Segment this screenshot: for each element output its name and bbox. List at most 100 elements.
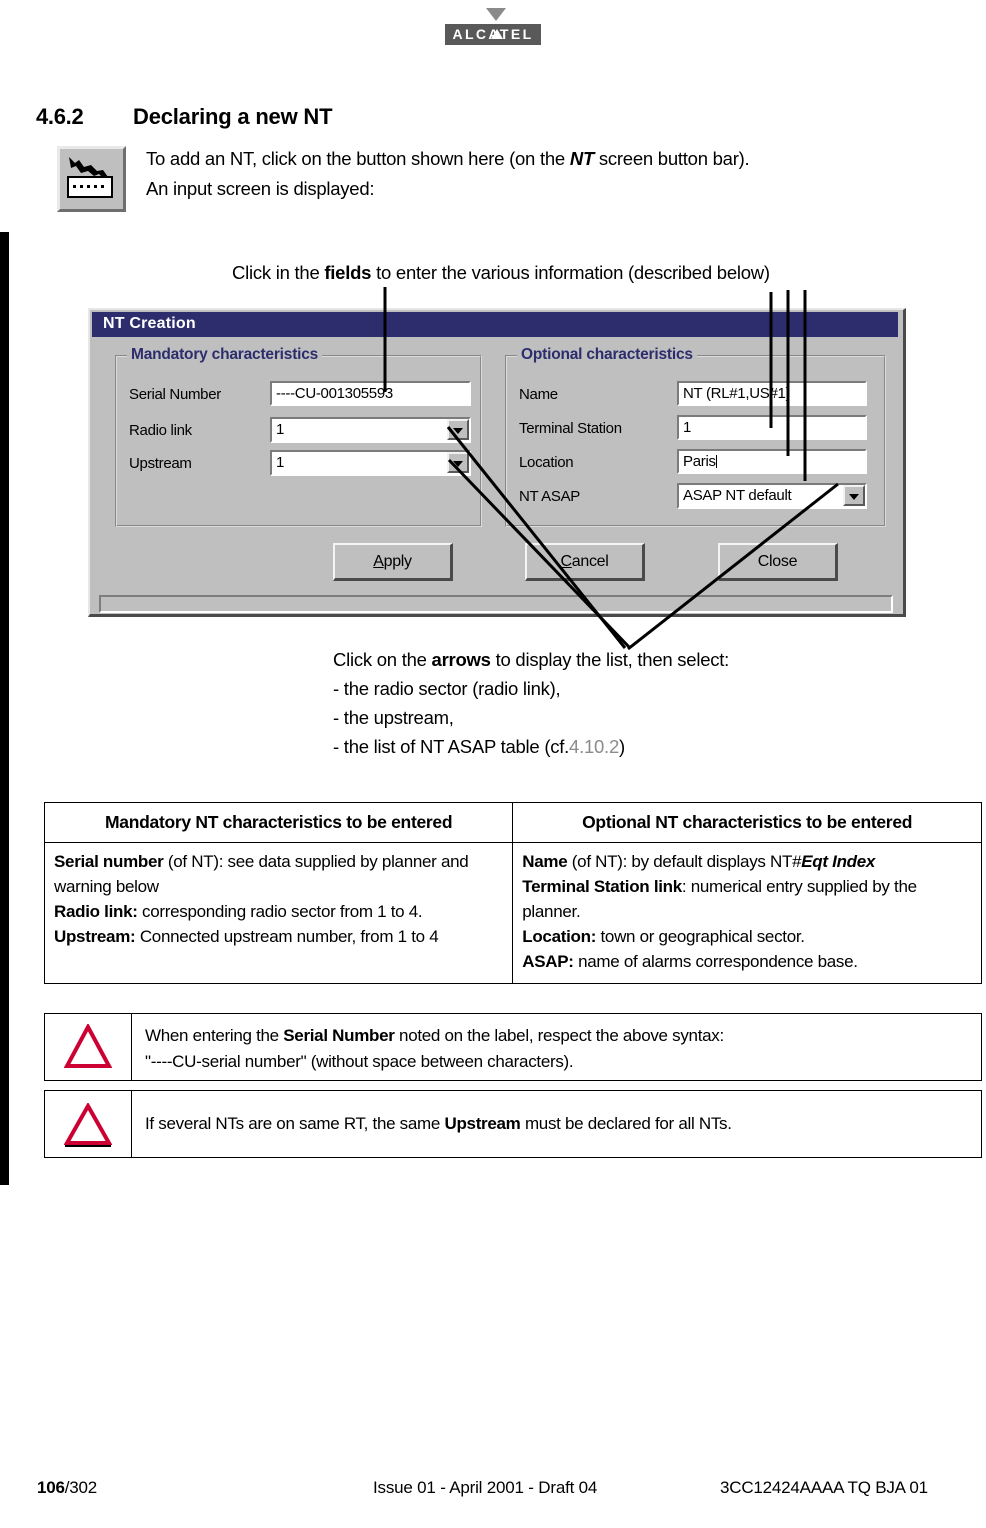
change-bar bbox=[0, 232, 9, 1185]
dialog-status-bar bbox=[99, 595, 893, 613]
mandatory-group-label: Mandatory characteristics bbox=[127, 346, 323, 364]
text-caret bbox=[715, 455, 717, 468]
nt-asap-label: NT ASAP bbox=[519, 488, 580, 505]
footer-page-total: /302 bbox=[64, 1478, 98, 1497]
warning-0-a: When entering the bbox=[145, 1026, 284, 1045]
section-number: 4.6.2 bbox=[36, 104, 84, 129]
warning-triangle-icon bbox=[64, 1024, 112, 1068]
callout-arrows-a: Click on the bbox=[333, 649, 432, 670]
optional-item-2-rest: town or geographical sector. bbox=[596, 927, 805, 946]
dialog-title: NT Creation bbox=[103, 315, 196, 332]
callout-bullet-2: - the upstream, bbox=[333, 707, 454, 728]
logo-triangle-icon bbox=[491, 29, 503, 39]
intro-text-b: screen button bar). bbox=[594, 148, 750, 169]
table-row: Serial number (of NT): see data supplied… bbox=[43, 842, 982, 984]
chevron-down-icon[interactable] bbox=[447, 419, 469, 440]
optional-item-0-bold: Name bbox=[522, 852, 568, 871]
intro-emphasis: NT bbox=[569, 148, 594, 169]
name-input[interactable]: NT (RL#1,US#1) bbox=[677, 381, 867, 406]
chevron-down-icon[interactable] bbox=[843, 485, 865, 506]
footer-page-number: 106/302 bbox=[37, 1478, 97, 1498]
warning-icon-cell bbox=[45, 1014, 132, 1080]
logo-arrow-icon bbox=[486, 8, 506, 21]
radio-link-label: Radio link bbox=[129, 422, 192, 439]
warning-box: If several NTs are on same RT, the same … bbox=[44, 1090, 982, 1158]
warning-text: When entering the Serial Number noted on… bbox=[132, 1014, 981, 1080]
mandatory-item-0-bold: Serial number bbox=[54, 852, 164, 871]
page-title: Declaring a new NT bbox=[133, 104, 333, 129]
cross-reference-link[interactable]: 4.10.2 bbox=[569, 736, 619, 757]
table-cell-mandatory: Serial number (of NT): see data supplied… bbox=[43, 842, 514, 984]
nt-asap-combo[interactable]: ASAP NT default bbox=[677, 483, 867, 509]
optional-characteristics-group: Optional characteristics Name NT (RL#1,U… bbox=[505, 346, 886, 527]
callout-bullet-3b: ) bbox=[618, 736, 625, 757]
document-page: ALCATEL 4.6.2 Declaring a new NT To add … bbox=[0, 0, 986, 1528]
warning-0-b: noted on the label, respect the above sy… bbox=[394, 1026, 724, 1045]
upstream-label: Upstream bbox=[129, 455, 192, 472]
table-header-mandatory: Mandatory NT characteristics to be enter… bbox=[43, 802, 514, 843]
callout-fields-a: Click in the bbox=[232, 262, 325, 283]
location-input[interactable]: Paris bbox=[677, 449, 867, 474]
cancel-rest: ancel bbox=[571, 553, 609, 570]
warning-1-b: must be declared for all NTs. bbox=[520, 1114, 732, 1133]
serial-number-label: Serial Number bbox=[129, 386, 221, 403]
callout-bullet-1: - the radio sector (radio link), bbox=[333, 678, 561, 699]
upstream-combo[interactable]: 1 bbox=[270, 450, 471, 476]
apply-accel: A bbox=[373, 553, 384, 570]
cancel-button[interactable]: Cancel bbox=[525, 543, 645, 581]
optional-group-label: Optional characteristics bbox=[517, 346, 697, 364]
optional-item-0-italic: Eqt Index bbox=[801, 852, 876, 871]
warning-1-a: If several NTs are on same RT, the same bbox=[145, 1114, 445, 1133]
warning-box: When entering the Serial Number noted on… bbox=[44, 1013, 982, 1081]
intro-text-a: To add an NT, click on the button shown … bbox=[146, 148, 570, 169]
location-value: Paris bbox=[683, 453, 716, 470]
callout-arrows-bold: arrows bbox=[431, 649, 491, 670]
radio-link-combo[interactable]: 1 bbox=[270, 417, 471, 443]
terminal-station-label: Terminal Station bbox=[519, 420, 622, 437]
mandatory-item-1-bold: Radio link: bbox=[54, 902, 138, 921]
mandatory-item-2-rest: Connected upstream number, from 1 to 4 bbox=[135, 927, 439, 946]
mandatory-item-2-bold: Upstream: bbox=[54, 927, 136, 946]
table-header-row: Mandatory NT characteristics to be enter… bbox=[43, 802, 982, 843]
callout-bullet-3a: - the list of NT ASAP table (cf. bbox=[333, 736, 570, 757]
footer-page-current: 106 bbox=[37, 1478, 65, 1497]
nt-add-button-icon bbox=[57, 146, 126, 212]
table-cell-optional: Name (of NT): by default displays NT#Eqt… bbox=[512, 842, 982, 984]
optional-item-3-bold: ASAP: bbox=[522, 952, 574, 971]
alcatel-logo: ALCATEL bbox=[443, 8, 543, 50]
apply-rest: pply bbox=[383, 553, 412, 570]
intro-paragraph: To add an NT, click on the button shown … bbox=[146, 144, 906, 204]
optional-item-3-rest: name of alarms correspondence base. bbox=[573, 952, 858, 971]
intro-text-line2: An input screen is displayed: bbox=[146, 178, 375, 199]
table-header-optional: Optional NT characteristics to be entere… bbox=[512, 802, 982, 843]
mandatory-item-1-rest: corresponding radio sector from 1 to 4. bbox=[137, 902, 423, 921]
terminal-station-input[interactable]: 1 bbox=[677, 415, 867, 440]
location-label: Location bbox=[519, 454, 574, 471]
warning-icon-cell bbox=[45, 1091, 132, 1157]
warning-1-bold: Upstream bbox=[444, 1114, 521, 1133]
dialog-title-bar: NT Creation bbox=[92, 312, 898, 337]
chevron-down-icon[interactable] bbox=[447, 452, 469, 473]
serial-number-input[interactable]: ----CU-001305593 bbox=[270, 381, 471, 406]
optional-item-0-rest: (of NT): by default displays NT# bbox=[567, 852, 802, 871]
apply-button[interactable]: Apply bbox=[333, 543, 453, 581]
close-label: Close bbox=[757, 553, 798, 570]
callout-arrows: Click on the arrows to display the list,… bbox=[333, 645, 729, 761]
close-button[interactable]: Close bbox=[718, 543, 838, 581]
warning-0-line2: "----CU-serial number" (without space be… bbox=[145, 1052, 574, 1071]
optional-item-1-bold: Terminal Station link bbox=[522, 877, 682, 896]
logo-box: ALCATEL bbox=[445, 24, 541, 45]
callout-fields-b: to enter the various information (descri… bbox=[371, 262, 770, 283]
callout-arrows-b: to display the list, then select: bbox=[490, 649, 730, 670]
callout-fields-bold: fields bbox=[324, 262, 372, 283]
characteristics-table: Mandatory NT characteristics to be enter… bbox=[43, 802, 982, 984]
footer-reference: 3CC12424AAAA TQ BJA 01 bbox=[720, 1478, 928, 1497]
mandatory-characteristics-group: Mandatory characteristics Serial Number … bbox=[115, 346, 482, 527]
footer-issue: Issue 01 - April 2001 - Draft 04 bbox=[373, 1478, 598, 1497]
callout-fields: Click in the fields to enter the various… bbox=[232, 262, 770, 284]
optional-item-2-bold: Location: bbox=[522, 927, 597, 946]
warning-text: If several NTs are on same RT, the same … bbox=[132, 1091, 981, 1157]
annotation-leader-lines bbox=[383, 287, 839, 651]
nt-creation-dialog: NT Creation Mandatory characteristics Se… bbox=[88, 308, 906, 617]
warning-0-bold: Serial Number bbox=[283, 1026, 395, 1045]
